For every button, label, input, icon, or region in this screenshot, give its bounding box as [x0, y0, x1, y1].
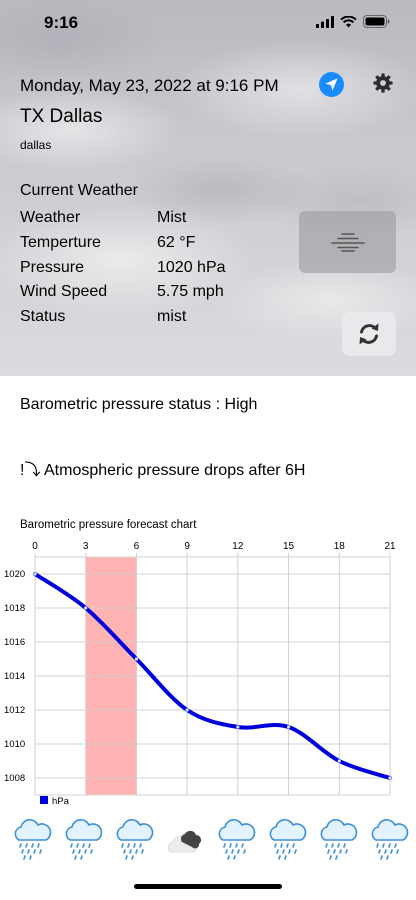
pressure-row: Pressure 1020 hPa [20, 259, 280, 281]
y-tick-label: 1020 [4, 569, 25, 580]
status-icons [316, 15, 390, 28]
city-name: TX Dallas [20, 106, 103, 127]
rain-cloud-icon [371, 819, 409, 860]
data-point [388, 776, 392, 780]
gear-icon [373, 73, 393, 93]
mist-lines-icon [330, 233, 365, 252]
forecast-item [368, 818, 410, 864]
y-tick-label: 1014 [4, 671, 25, 682]
x-tick-label: 21 [384, 541, 396, 552]
forecast-item [113, 818, 155, 864]
rain-cloud-icon [218, 819, 256, 860]
rain-cloud-icon [269, 819, 307, 860]
data-point [134, 657, 139, 661]
data-point [236, 725, 240, 729]
x-tick-label: 0 [32, 541, 38, 552]
status-row: Status mist [20, 308, 280, 330]
location-button[interactable] [319, 72, 344, 97]
city-subtitle: dallas [20, 138, 52, 152]
data-point [84, 606, 88, 610]
data-point [337, 759, 341, 763]
chart-title: Barometric pressure forecast chart [20, 519, 197, 531]
x-tick-label: 6 [134, 541, 140, 552]
row-label: Status [20, 308, 66, 325]
row-value: mist [157, 308, 187, 325]
row-value: 1020 hPa [157, 259, 226, 276]
rain-cloud-icon [14, 819, 52, 860]
battery-icon [363, 15, 390, 28]
refresh-button[interactable] [342, 312, 396, 356]
navigation-arrow-icon [325, 78, 338, 91]
row-label: Wind Speed [20, 283, 108, 300]
forecast-item [164, 818, 206, 864]
row-label: Pressure [20, 259, 85, 276]
legend-label: hPa [52, 796, 70, 807]
temperature-row: Temperture 62 °F [20, 234, 280, 256]
pressure-trend: !⤵ Atmospheric pressure drops after 6H [20, 462, 306, 479]
wind-speed-row: Wind Speed 5.75 mph [20, 283, 280, 305]
rain-cloud-icon [116, 819, 154, 860]
pressure-forecast-chart: 0 3 6 9 12 15 18 21 1020 1018 1016 1014 1012 1010 1008… [0, 535, 416, 813]
x-tick-label: 12 [232, 541, 244, 552]
weather-condition-tile [299, 211, 396, 273]
refresh-icon [359, 323, 379, 345]
current-date-time: Monday, May 23, 2022 at 9:16 PM [20, 76, 279, 95]
data-point [185, 708, 189, 712]
status-time: 9:16 [44, 13, 79, 32]
row-value: 62 °F [157, 234, 196, 251]
chart-svg: 0 3 6 9 12 15 18 21 1020 1018 1016 1014 1012 1010 1008… [4, 541, 396, 807]
home-indicator[interactable] [134, 884, 282, 889]
settings-button[interactable] [372, 72, 394, 94]
wifi-icon [340, 15, 357, 27]
weather-row: Weather Mist [20, 209, 280, 231]
row-label: Weather [20, 209, 81, 226]
signal-bars-icon [316, 15, 334, 28]
x-tick-label: 3 [83, 541, 89, 552]
current-weather-title: Current Weather [20, 182, 138, 199]
y-tick-label: 1012 [4, 705, 25, 716]
hourly-forecast-strip [0, 818, 416, 868]
y-tick-label: 1016 [4, 637, 25, 648]
forecast-item [62, 818, 104, 864]
rain-cloud-icon [320, 819, 358, 860]
row-value: Mist [157, 209, 187, 226]
rain-cloud-icon [65, 819, 103, 860]
row-label: Temperture [20, 234, 101, 251]
status-bar: 9:16 [0, 0, 416, 48]
x-tick-label: 9 [184, 541, 190, 552]
forecast-item [215, 818, 257, 864]
legend-swatch [40, 796, 48, 804]
data-point [286, 725, 291, 729]
y-tick-label: 1018 [4, 603, 25, 614]
forecast-item [317, 818, 359, 864]
y-tick-label: 1010 [4, 739, 25, 750]
pressure-status: Barometric pressure status : High [20, 396, 258, 413]
y-tick-label: 1008 [4, 773, 25, 784]
row-value: 5.75 mph [157, 283, 224, 300]
forecast-item [266, 818, 308, 864]
forecast-item [11, 818, 53, 864]
x-tick-label: 15 [283, 541, 295, 552]
x-tick-label: 18 [334, 541, 346, 552]
data-point [33, 572, 37, 576]
cloudy-icon [167, 830, 201, 853]
